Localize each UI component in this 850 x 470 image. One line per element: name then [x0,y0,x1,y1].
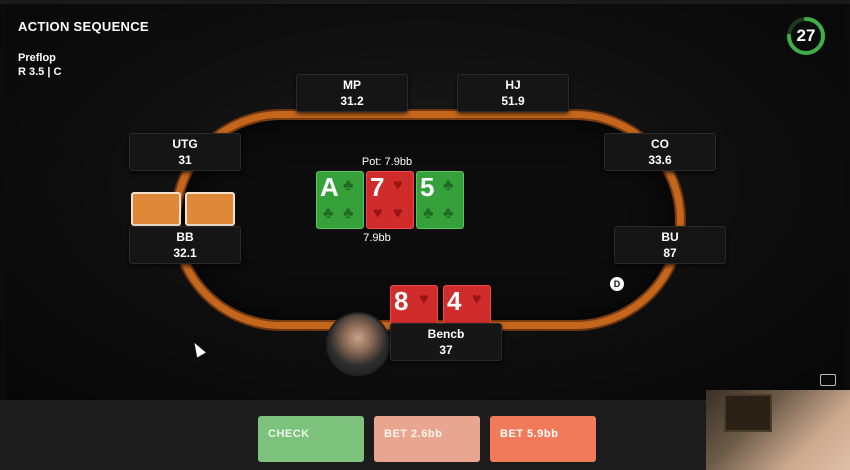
bet-small-button[interactable]: BET 2.6bb [374,416,480,462]
webcam-background-window [724,394,772,432]
card-rank: 7 [370,172,385,202]
hero-card-1: 8 ♥ [390,285,438,327]
board-card-2: 7 ♥ ♥ ♥ [366,171,414,229]
top-frame [0,0,850,4]
club-icon: ♣ [423,205,434,222]
seat-position: Bencb [427,327,465,341]
poker-app: ACTION SEQUENCE Preflop R 3.5 | C 27 MP … [0,0,850,470]
seat-position: UTG [172,137,198,151]
heart-icon: ♥ [419,291,429,308]
action-sequence-title: ACTION SEQUENCE [18,19,149,34]
seat-mp[interactable]: MP 31.2 [296,74,408,112]
card-rank: A [320,172,339,202]
board-card-1: A ♣ ♣ ♣ [316,171,364,229]
seat-bu[interactable]: BU 87 [614,226,726,264]
club-icon: ♣ [323,205,334,222]
heart-icon: ♥ [472,291,482,308]
seat-hero[interactable]: Bencb 37 [390,323,502,361]
heart-icon: ♥ [393,177,403,194]
board-card-3: 5 ♣ ♣ ♣ [416,171,464,229]
seat-stack: 31.2 [340,94,364,108]
card-rank: 8 [394,286,409,316]
heart-icon: ♥ [373,205,383,222]
seat-stack: 31 [178,153,192,167]
seat-position: MP [343,78,361,92]
keyboard-icon[interactable] [820,374,836,386]
hero-avatar [326,312,390,376]
seat-stack: 51.9 [501,94,525,108]
club-icon: ♣ [443,205,454,222]
action-history: R 3.5 | C [18,66,62,78]
seat-utg[interactable]: UTG 31 [129,133,241,171]
seat-stack: 33.6 [648,153,672,167]
bb-card-back [185,192,235,226]
bb-card-back [131,192,181,226]
club-icon: ♣ [343,177,354,194]
seat-stack: 87 [663,246,677,260]
timer-value: 27 [796,26,816,45]
seat-position: BU [661,230,679,244]
seat-position: CO [651,137,669,151]
seat-stack: 32.1 [173,246,197,260]
seat-co[interactable]: CO 33.6 [604,133,716,171]
pot-label: Pot: 7.9bb [361,156,413,168]
card-rank: 4 [447,286,462,316]
card-rank: 5 [420,172,435,202]
seat-hj[interactable]: HJ 51.9 [457,74,569,112]
seat-bb[interactable]: BB 32.1 [129,226,241,264]
seat-stack: 37 [439,343,453,357]
club-icon: ♣ [443,177,454,194]
club-icon: ♣ [343,205,354,222]
dealer-button: D [610,277,624,291]
heart-icon: ♥ [393,205,403,222]
bet-large-button[interactable]: BET 5.9bb [490,416,596,462]
hero-card-2: 4 ♥ [443,285,491,327]
pot-chip-amount: 7.9bb [363,232,391,244]
seat-position: HJ [505,78,521,92]
check-button[interactable]: CHECK [258,416,364,462]
seat-position: BB [176,230,194,244]
street-label: Preflop [18,52,56,64]
